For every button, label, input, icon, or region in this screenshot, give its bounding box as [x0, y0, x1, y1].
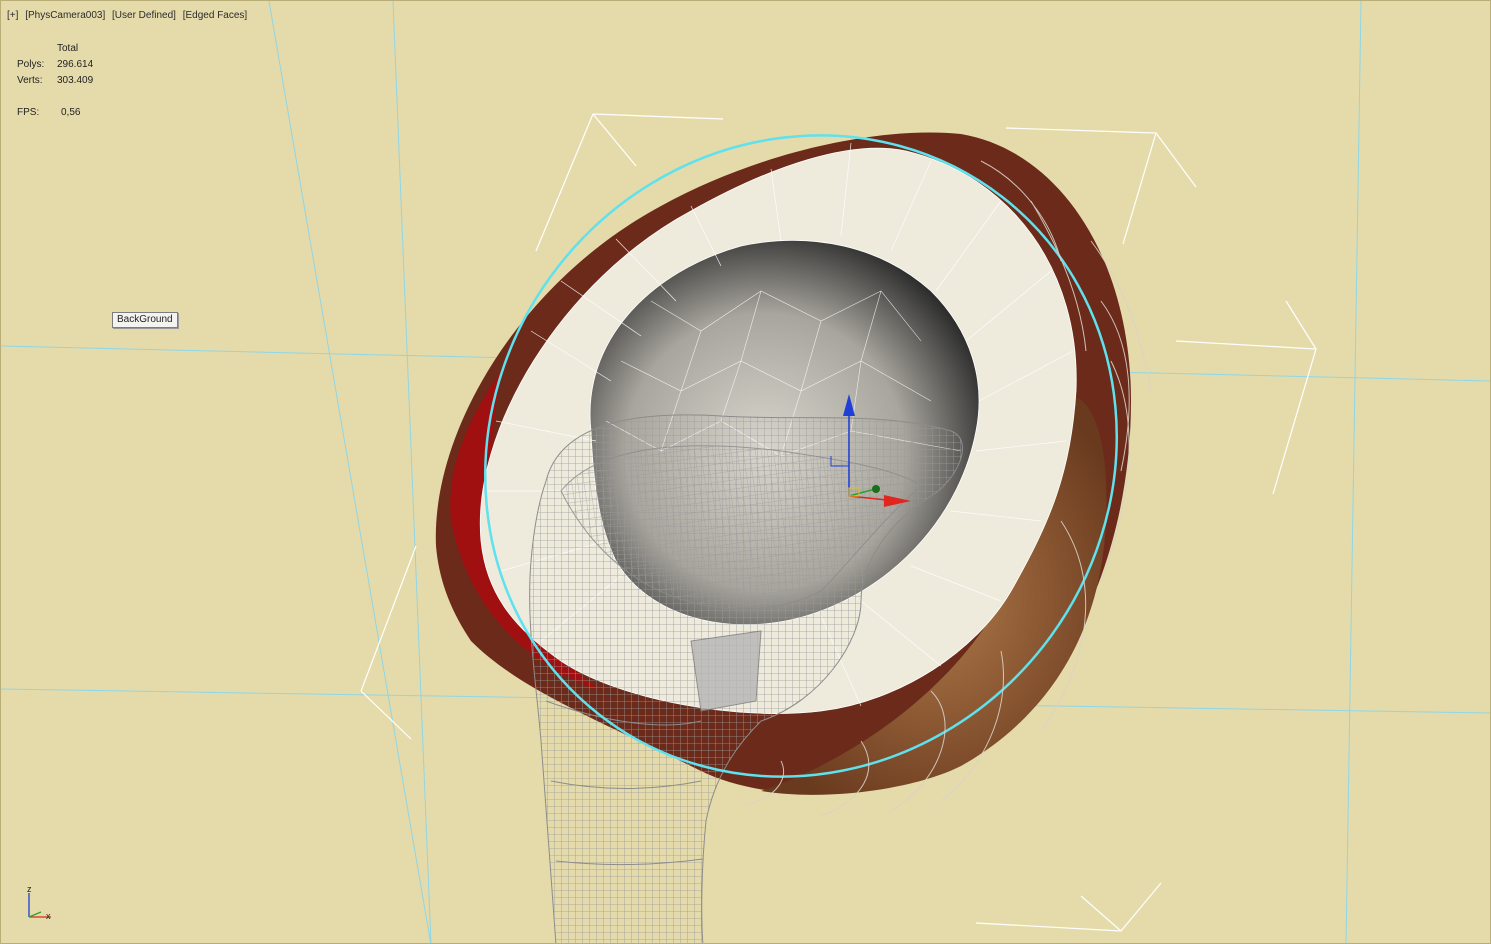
fps-value: 0,56 [61, 107, 81, 118]
viewport-label[interactable]: [+] [PhysCamera003] [User Defined] [Edge… [7, 10, 251, 21]
axis-x-label: x [46, 911, 51, 921]
fps-label: FPS: [17, 107, 40, 118]
viewport-user-defined-label[interactable]: [User Defined] [112, 10, 176, 21]
verts-value: 303.409 [57, 75, 94, 86]
axis-z-label: z [27, 884, 32, 894]
viewport-shading-label[interactable]: [Edged Faces] [183, 10, 247, 21]
viewport-menu-plus[interactable]: [+] [7, 10, 18, 21]
verts-label: Verts: [17, 75, 43, 86]
polys-label: Polys: [17, 59, 45, 70]
viewport-perspective[interactable]: [+] [PhysCamera003] [User Defined] [Edge… [0, 0, 1491, 944]
viewport-camera-label[interactable]: [PhysCamera003] [25, 10, 105, 21]
polys-value: 296.614 [57, 59, 94, 70]
axis-tripod-icon: z x [27, 884, 51, 921]
scene-render[interactable] [1, 1, 1491, 944]
stats-header: Total [57, 43, 79, 54]
viewport-statistics: Total Polys: 296.614 Verts: 303.409 FPS: 0,… [17, 41, 121, 121]
object-tooltip: BackGround [112, 312, 178, 328]
